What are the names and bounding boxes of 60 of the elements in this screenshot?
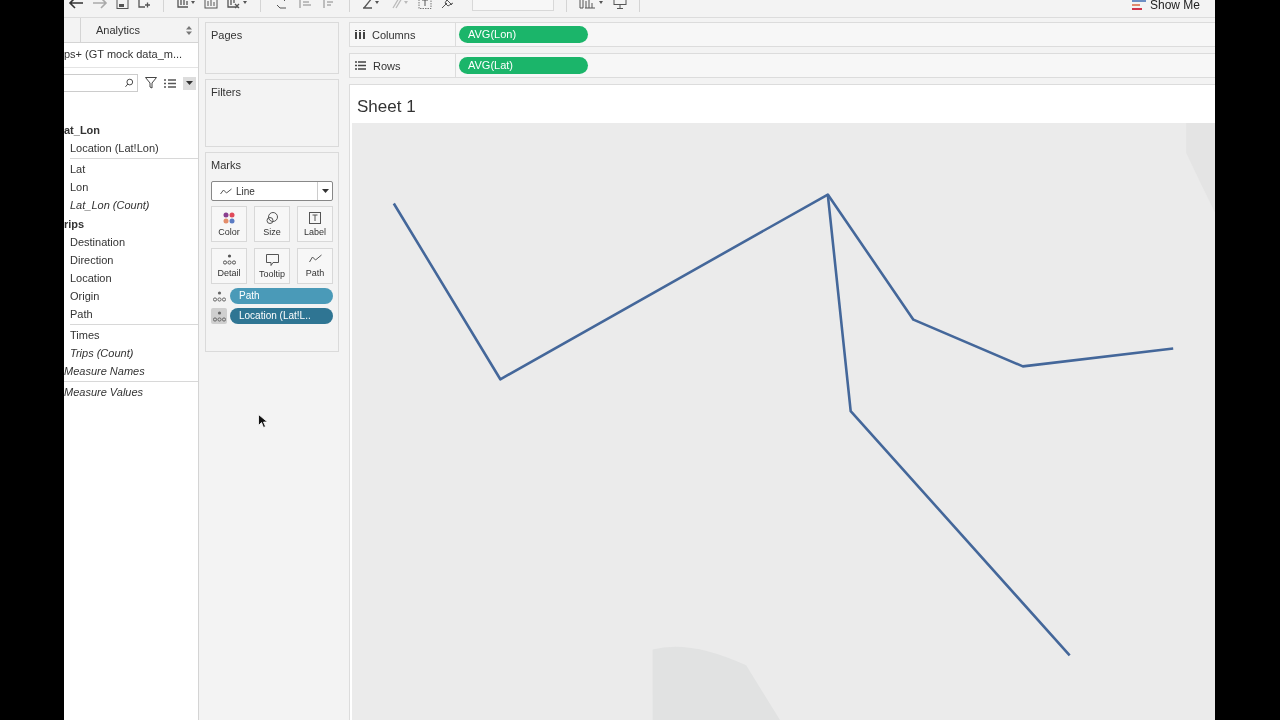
field-item[interactable]: Lat_Lon (Count)	[64, 196, 198, 214]
card-title: Marks	[211, 159, 242, 171]
field-item[interactable]: Lon	[64, 178, 198, 196]
table-name: rips	[64, 217, 86, 232]
back-arrow-icon[interactable]	[68, 0, 84, 9]
highlight-pen-icon[interactable]	[362, 0, 382, 9]
field-item[interactable]: Path	[64, 305, 198, 323]
list-view-icon[interactable]	[164, 78, 176, 88]
show-me-icon	[1131, 0, 1146, 10]
field-item[interactable]: Direction	[64, 251, 198, 269]
dropdown-button[interactable]	[183, 76, 196, 90]
sheet-title: Sheet 1	[356, 96, 417, 118]
shelf-label: Rows	[350, 54, 456, 77]
shelf-label: Columns	[350, 23, 456, 46]
field-item[interactable]: Location	[64, 269, 198, 287]
field-pill[interactable]: Location (Lat!L..	[230, 308, 333, 324]
caret-icon	[186, 81, 193, 85]
presentation-icon[interactable]	[613, 0, 627, 9]
new-sheet-icon[interactable]	[176, 0, 196, 9]
path-line-icon	[308, 254, 322, 264]
save-icon[interactable]	[116, 0, 129, 9]
text-box-icon[interactable]	[418, 0, 432, 9]
field-item[interactable]: Origin	[64, 287, 198, 305]
search-field[interactable]	[64, 74, 138, 92]
field-item[interactable]: Measure Values	[64, 383, 198, 401]
clear-sheet-icon[interactable]	[226, 0, 248, 9]
mark-property-button[interactable]: Tooltip	[254, 248, 290, 284]
caret-icon	[321, 189, 329, 193]
search-icon	[125, 78, 134, 88]
card-title: Pages	[211, 29, 244, 41]
size-circles-icon	[265, 211, 279, 224]
rows-icon	[355, 61, 366, 70]
mark-property-button[interactable]: Detail	[211, 248, 247, 284]
mark-property-button[interactable]: Label	[297, 206, 333, 242]
field-item[interactable]: Location (Lat!Lon)	[64, 139, 198, 157]
text-label-icon	[309, 211, 321, 224]
line-mark-icon	[220, 187, 232, 195]
sort-arrows-icon	[186, 25, 192, 35]
filter-icon[interactable]	[145, 77, 157, 89]
show-me-button[interactable]: Show Me	[1131, 0, 1215, 14]
data-source-name[interactable]: ps+ (GT mock data_m...	[64, 43, 198, 68]
tooltip-icon	[265, 253, 279, 266]
detail-icon	[222, 253, 236, 265]
mark-property-button[interactable]: Path	[297, 248, 333, 284]
bar-chart-icon[interactable]	[579, 0, 605, 9]
field-item[interactable]: Lat	[64, 160, 198, 178]
new-data-source-icon[interactable]	[137, 0, 151, 9]
mark-property-button[interactable]: Color	[211, 206, 247, 242]
mark-type-dropdown[interactable]: Line	[211, 181, 333, 201]
pin-icon[interactable]	[440, 0, 454, 9]
field-item[interactable]: Times	[64, 326, 198, 344]
color-dots-icon	[223, 211, 235, 224]
table-name: at_Lon	[64, 123, 102, 138]
mouse-cursor-icon	[258, 414, 267, 428]
mark-property-button[interactable]: Size	[254, 206, 290, 242]
columns-icon	[355, 30, 365, 39]
field-item[interactable]: Trips (Count)	[64, 344, 198, 362]
field-item[interactable]: Measure Names	[64, 362, 198, 380]
field-item[interactable]: Destination	[64, 233, 198, 251]
card-title: Filters	[211, 86, 242, 98]
